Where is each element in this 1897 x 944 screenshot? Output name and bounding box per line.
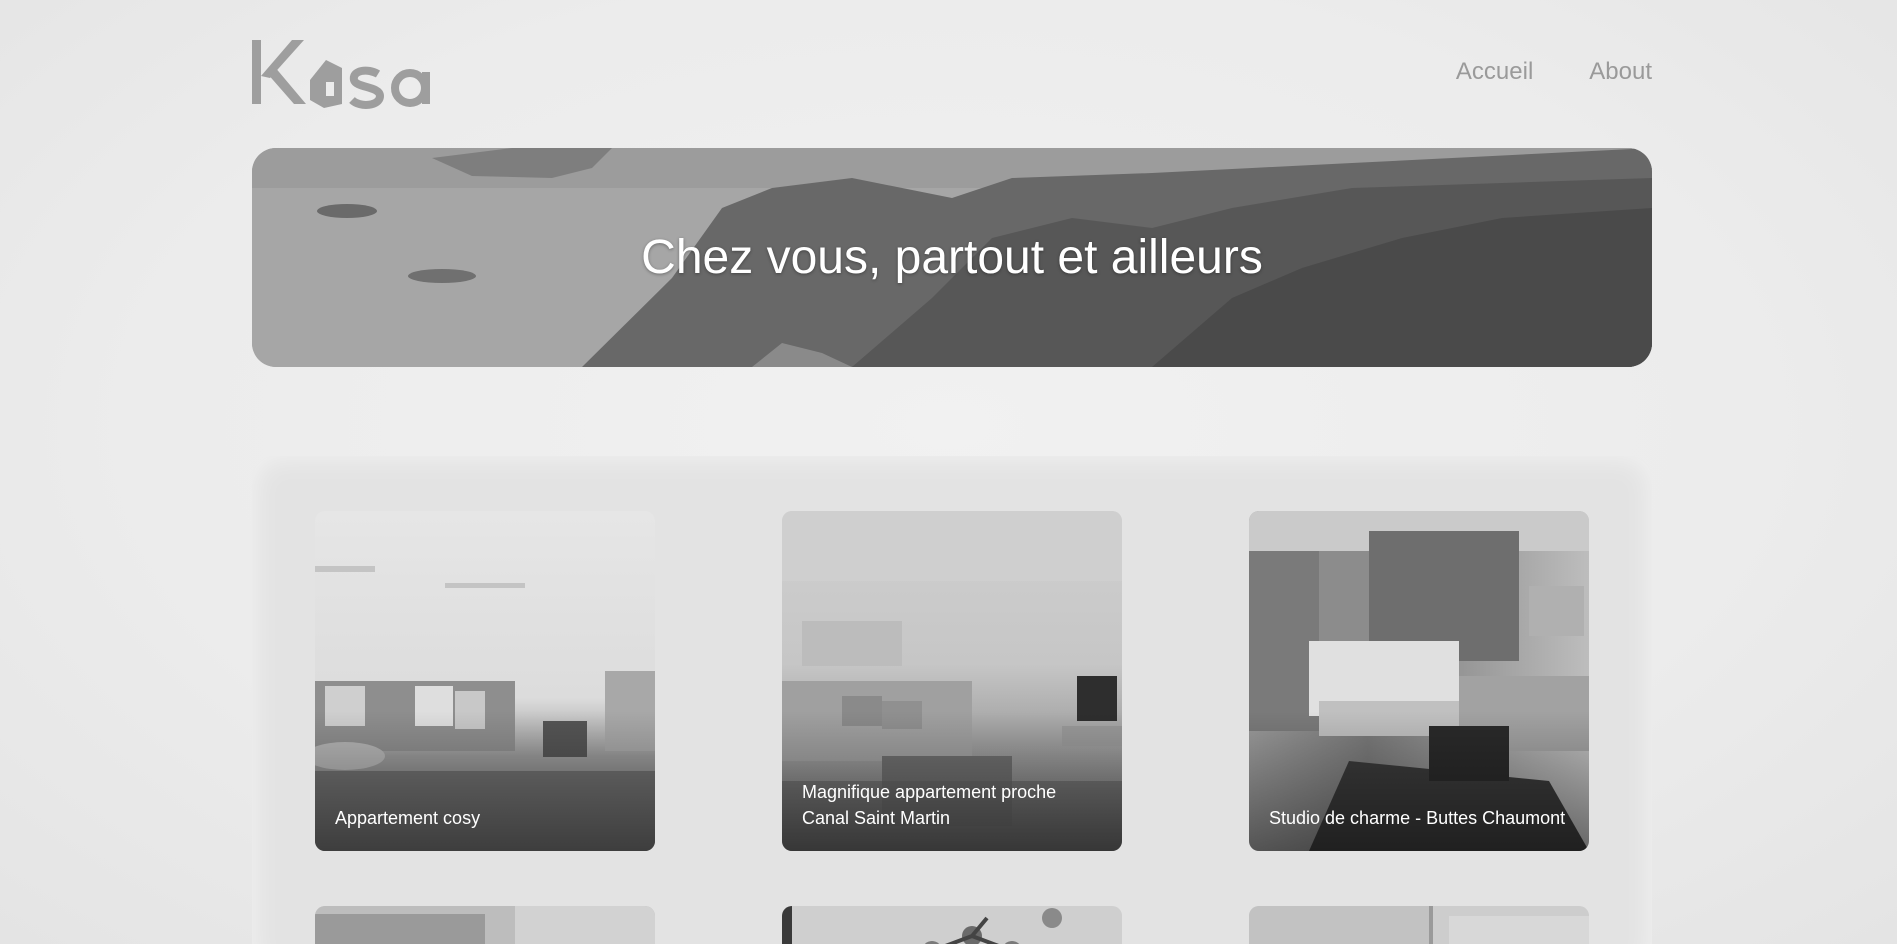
listing-photo: [782, 906, 1122, 944]
hero-banner: Chez vous, partout et ailleurs: [252, 148, 1652, 367]
header: Accueil About: [252, 38, 1652, 110]
main-nav: Accueil About: [1456, 58, 1652, 86]
page: Accueil About Chez vous, partout et aill…: [0, 0, 1897, 944]
listing-photo: [315, 906, 655, 944]
nav-link-about[interactable]: About: [1589, 58, 1652, 86]
kasa-logo[interactable]: [252, 38, 466, 110]
nav-link-accueil[interactable]: Accueil: [1456, 58, 1533, 86]
listing-title: Appartement cosy: [335, 808, 481, 828]
listing-title: Studio de charme - Buttes Chaumont: [1269, 808, 1566, 828]
listing-photo: [1249, 906, 1589, 944]
listing-card[interactable]: [315, 906, 655, 944]
listings-gallery: Appartement cosy Magnifique appartement …: [252, 456, 1652, 944]
listing-title: Magnifique appartement proche Canal Sain…: [802, 782, 1057, 828]
listing-card[interactable]: [1249, 906, 1589, 944]
listing-card[interactable]: Magnifique appartement proche Canal Sain…: [782, 511, 1122, 851]
listing-card[interactable]: Appartement cosy: [315, 511, 655, 851]
listing-card[interactable]: [782, 906, 1122, 944]
banner-title: Chez vous, partout et ailleurs: [641, 231, 1263, 284]
listing-card[interactable]: Studio de charme - Buttes Chaumont: [1249, 511, 1589, 851]
